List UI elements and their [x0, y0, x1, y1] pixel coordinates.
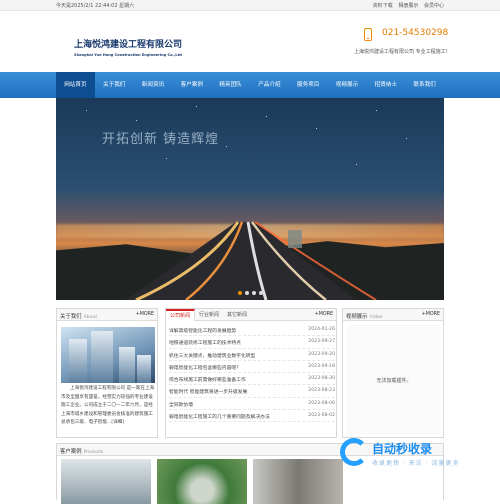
video-more-link[interactable]: +MORE — [422, 312, 440, 317]
nav-services[interactable]: 服务项目 — [289, 72, 328, 98]
news-item[interactable]: 综合布线施工前需做好哪些准备工作 2023-08-30 — [169, 373, 335, 386]
news-more-link[interactable]: +MORE — [315, 312, 333, 317]
tab-company-news[interactable]: 公司新闻 — [166, 309, 196, 321]
tab-industry-news[interactable]: 行业新闻 — [195, 309, 223, 321]
company-logo-english: Shanghai Yue Hong Construction Engineeri… — [74, 53, 182, 57]
slider-dot-3[interactable] — [252, 291, 256, 295]
watermark-logo-icon — [340, 438, 368, 466]
plugin-error-message: 无法加载插件。 — [376, 377, 412, 384]
company-logo-name[interactable]: 上海悦鸿建设工程有限公司 — [74, 37, 182, 50]
banner-slogan: 开拓创新 铸造辉煌 — [102, 132, 220, 147]
nav-contact[interactable]: 联系我们 — [405, 72, 444, 98]
nav-cases[interactable]: 客户案例 — [172, 72, 211, 98]
about-title: 关于我们 About — [60, 313, 98, 320]
news-item[interactable]: 智能时代 智能建筑将进一步升级发展 2023-08-23 — [169, 385, 335, 398]
video-player[interactable]: 无法加载插件。 — [347, 325, 441, 435]
nav-jobs[interactable]: 招贤纳士 — [366, 72, 405, 98]
nav-team[interactable]: 精英团队 — [211, 72, 250, 98]
video-panel: 视频展示 Video +MORE 无法加载插件。 — [342, 308, 444, 438]
main-nav: 网站首页 关于我们 新闻资讯 客户案例 精英团队 产品介绍 服务项目 视频展示 … — [0, 72, 500, 98]
top-bar: 今天是2025/2/1 22:44:02 星期六 资料下载 相册展示 会员中心 — [0, 0, 500, 11]
news-item[interactable]: 弱电智能化工程包含哪些内容呢？ 2023-09-18 — [169, 361, 335, 374]
site-header: 上海悦鸿建设工程有限公司 Shanghai Yue Hong Construct… — [0, 11, 500, 71]
member-center-link[interactable]: 会员中心 — [424, 3, 444, 9]
about-building-image — [61, 327, 155, 383]
news-item[interactable]: 地铁通道装修工程施工的技术特点 2023-09-27 — [169, 336, 335, 349]
current-datetime: 今天是2025/2/1 22:44:02 星期六 — [56, 3, 135, 9]
nav-news[interactable]: 新闻资讯 — [134, 72, 173, 98]
header-slogan: 上海悦鸿建设工程有限公司 专业工程施工！ — [354, 49, 451, 55]
download-link[interactable]: 资料下载 — [373, 3, 393, 9]
nav-products[interactable]: 产品介绍 — [250, 72, 289, 98]
slider-dots — [238, 291, 266, 295]
news-tabs: 公司新闻 行业新闻 其它新闻 — [166, 309, 251, 321]
case-image-3[interactable] — [253, 459, 343, 504]
nav-video[interactable]: 视频展示 — [328, 72, 367, 98]
news-item[interactable]: 全同款仿墙 2023-08-06 — [169, 398, 335, 411]
video-title: 视频展示 Video — [346, 313, 383, 320]
slider-dot-4[interactable] — [259, 291, 263, 295]
news-item[interactable]: 详解高级智能化工程的发展趋势 2024-01-26 — [169, 324, 335, 337]
watermark-subtitle: 收录更快 · 来访 · 流量更多 — [372, 460, 460, 467]
nav-about[interactable]: 关于我们 — [95, 72, 134, 98]
slider-dot-2[interactable] — [245, 291, 249, 295]
case-image-1[interactable] — [61, 459, 151, 504]
news-list: 详解高级智能化工程的发展趋势 2024-01-26 地铁通道装修工程施工的技术特点… — [169, 324, 335, 423]
nav-home[interactable]: 网站首页 — [56, 72, 95, 98]
tab-other-news[interactable]: 其它新闻 — [223, 309, 251, 321]
slider-dot-1[interactable] — [238, 291, 242, 295]
watermark-badge: 自动秒收录 收录更快 · 来访 · 流量更多 — [340, 438, 490, 478]
hero-banner[interactable]: 开拓创新 铸造辉煌 — [56, 98, 444, 300]
hotline-number: 021-54530298 — [382, 28, 449, 38]
top-links: 资料下载 相册展示 会员中心 — [369, 2, 444, 9]
news-panel: 公司新闻 行业新闻 其它新闻 +MORE 详解高级智能化工程的发展趋势 2024-… — [165, 308, 337, 438]
album-link[interactable]: 相册展示 — [398, 3, 418, 9]
about-panel: 关于我们 About +MORE 上海悦鸿建设工程有限公司 是一家在上海市及全国享… — [56, 308, 158, 438]
watermark-title: 自动秒收录 — [372, 442, 433, 456]
case-image-2[interactable] — [157, 459, 247, 504]
cases-title: 客户案例 Products — [60, 448, 104, 455]
news-item[interactable]: 抓住三大关键点，推动建筑业数字化转型 2023-09-20 — [169, 349, 335, 361]
about-more-link[interactable]: +MORE — [136, 312, 154, 317]
news-item[interactable]: 弱电智能化工程施工的几个重要问题及解决办法 2023-08-02 — [169, 410, 335, 423]
about-description: 上海悦鸿建设工程有限公司 是一家在上海市及全国享有盛誉，经营实力较强的专业建设施… — [61, 386, 155, 426]
phone-icon — [364, 28, 372, 41]
